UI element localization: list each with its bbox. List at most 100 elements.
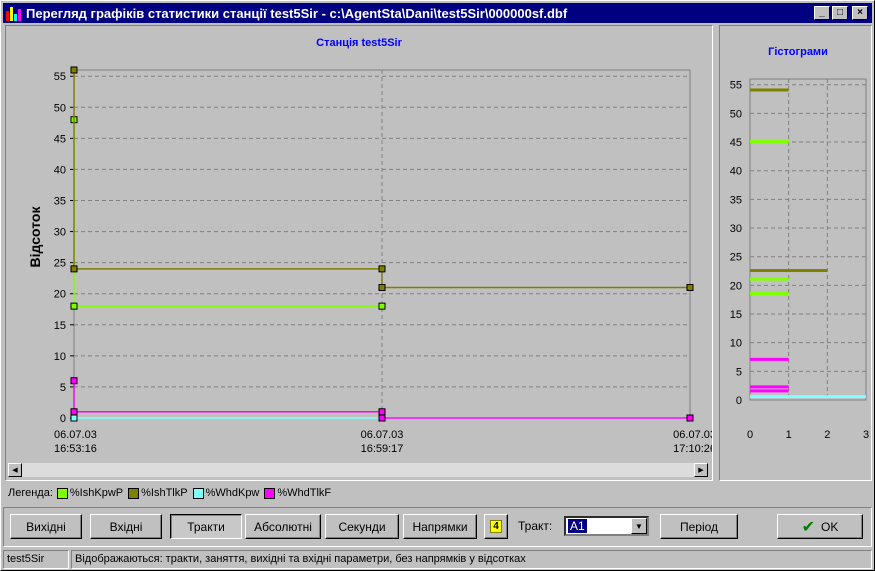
data-point: [70, 265, 78, 273]
y-tick-label: 30: [54, 227, 66, 239]
legend: Легенда: %IshKpwP %IshTlkP %WhdKpw %WhdT…: [8, 485, 334, 501]
y-tick-label: 55: [54, 71, 66, 83]
count-badge: 4: [490, 520, 502, 533]
absolute-button[interactable]: Абсолютні: [245, 514, 321, 539]
hist-frame: [749, 78, 867, 401]
main-chart-title: Станція test5Sir: [316, 37, 402, 49]
legend-swatch: [264, 487, 276, 499]
ok-label: OK: [821, 519, 839, 534]
x-tick-date: 06.07.03: [673, 429, 712, 441]
button-toolbar: Вихідні Вхідні Тракти Абсолютні Секунди …: [3, 507, 872, 547]
ok-button[interactable]: ✔ OK: [777, 514, 863, 539]
period-button[interactable]: Період: [660, 514, 738, 539]
legend-swatch: [192, 487, 204, 499]
legend-item: %WhdTlkF: [262, 487, 331, 499]
hist-bar: [750, 269, 828, 273]
hist-bar: [750, 389, 789, 393]
hist-x-tick-label: 3: [863, 429, 869, 441]
data-point: [378, 265, 386, 273]
close-button[interactable]: ×: [852, 6, 868, 20]
data-point: [686, 414, 694, 422]
stats-window: Перегляд графіків статистики станції tes…: [0, 0, 875, 571]
hist-bar: [750, 395, 866, 399]
data-point: [70, 66, 78, 74]
trunk-select[interactable]: A1 ▼: [564, 516, 649, 536]
count-badge-button[interactable]: 4: [484, 514, 508, 539]
legend-item: %WhdKpw: [191, 487, 260, 499]
hist-y-tick-label: 0: [736, 395, 742, 407]
data-point: [378, 284, 386, 291]
x-tick-date: 06.07.03: [361, 429, 404, 441]
checkmark-icon: ✔: [801, 518, 816, 536]
hist-bar: [750, 357, 789, 361]
hist-bar: [750, 88, 789, 92]
seconds-button[interactable]: Секунди: [325, 514, 399, 539]
data-point: [378, 408, 386, 416]
histogram-panel: Гістограми 0 5 10 15 20 25 30 35 40 45 50 55 0 1 2 3: [719, 25, 872, 481]
hist-y-tick-label: 20: [730, 280, 742, 292]
y-tick-label: 0: [60, 413, 66, 425]
legend-item-label: %WhdTlkF: [277, 487, 332, 499]
y-tick-label: 10: [54, 351, 66, 363]
hist-y-tick-label: 5: [736, 366, 742, 378]
y-tick-label: 35: [54, 196, 66, 208]
hist-y-tick-label: 25: [730, 252, 742, 264]
incoming-button[interactable]: Вхідні: [90, 514, 162, 539]
legend-item-label: %WhdKpw: [205, 487, 260, 499]
scroll-right-arrow[interactable]: ▶: [694, 463, 708, 477]
x-tick-time: 16:53:16: [54, 443, 97, 455]
hist-bar: [750, 291, 789, 295]
legend-item-label: %IshKpwP: [69, 487, 124, 499]
x-tick-time: 16:59:17: [361, 443, 404, 455]
y-tick-label: 5: [60, 382, 66, 394]
x-tick-date: 06.07.03: [54, 429, 97, 441]
outgoing-button[interactable]: Вихідні: [10, 514, 82, 539]
x-tick-time: 17:10:26: [673, 443, 712, 455]
trunk-select-value: A1: [568, 519, 587, 533]
histogram-chart: Гістограми 0 5 10 15 20 25 30 35 40 45 50 55 0 1 2 3: [730, 46, 869, 441]
trunk-label: Тракт:: [518, 519, 553, 533]
hist-bar: [750, 385, 789, 389]
window-title: Перегляд графіків статистики станції tes…: [26, 5, 568, 21]
legend-item: %IshKpwP: [55, 487, 123, 499]
y-tick-label: 15: [54, 320, 66, 332]
minimize-button[interactable]: _: [814, 6, 830, 20]
data-point: [686, 284, 694, 291]
trunks-button[interactable]: Тракти: [170, 514, 242, 539]
y-tick-label: 40: [54, 164, 66, 176]
status-message: Відображаються: тракти, заняття, вихідні…: [71, 550, 872, 569]
title-bar[interactable]: Перегляд графіків статистики станції tes…: [3, 3, 872, 23]
histogram-title: Гістограми: [768, 46, 828, 58]
data-point: [70, 414, 78, 422]
status-station: test5Sir: [3, 550, 69, 569]
hist-y-tick-label: 55: [730, 80, 742, 92]
y-tick-label: 50: [54, 102, 66, 114]
legend-swatch: [128, 487, 140, 499]
hist-bar: [750, 140, 789, 144]
data-point: [70, 302, 78, 310]
hist-y-tick-label: 30: [730, 223, 742, 235]
dropdown-arrow-icon[interactable]: ▼: [631, 518, 647, 534]
legend-item: %IshTlkP: [126, 487, 188, 499]
hist-y-tick-label: 50: [730, 108, 742, 120]
status-bar: test5Sir Відображаються: тракти, заняття…: [3, 550, 872, 569]
scroll-left-arrow[interactable]: ◀: [8, 463, 22, 477]
maximize-button[interactable]: □: [832, 6, 848, 20]
data-point: [378, 302, 386, 310]
data-point: [70, 377, 78, 385]
hist-y-tick-label: 45: [730, 137, 742, 149]
y-tick-label: 25: [54, 258, 66, 270]
horizontal-scrollbar[interactable]: ◀ ▶: [8, 463, 708, 477]
hist-y-tick-label: 35: [730, 194, 742, 206]
hist-y-tick-label: 15: [730, 309, 742, 321]
chart-app-icon: [6, 5, 22, 21]
legend-item-label: %IshTlkP: [141, 487, 188, 499]
hist-y-tick-label: 40: [730, 166, 742, 178]
data-point: [70, 408, 78, 416]
main-chart-panel: Станція test5Sir Відсоток 0 5 10 15 20 25 30 35…: [5, 25, 716, 481]
y-tick-label: 20: [54, 289, 66, 301]
y-axis-label: Відсоток: [27, 206, 43, 268]
y-tick-label: 45: [54, 133, 66, 145]
hist-bar: [750, 277, 789, 281]
directions-button[interactable]: Напрямки: [403, 514, 477, 539]
